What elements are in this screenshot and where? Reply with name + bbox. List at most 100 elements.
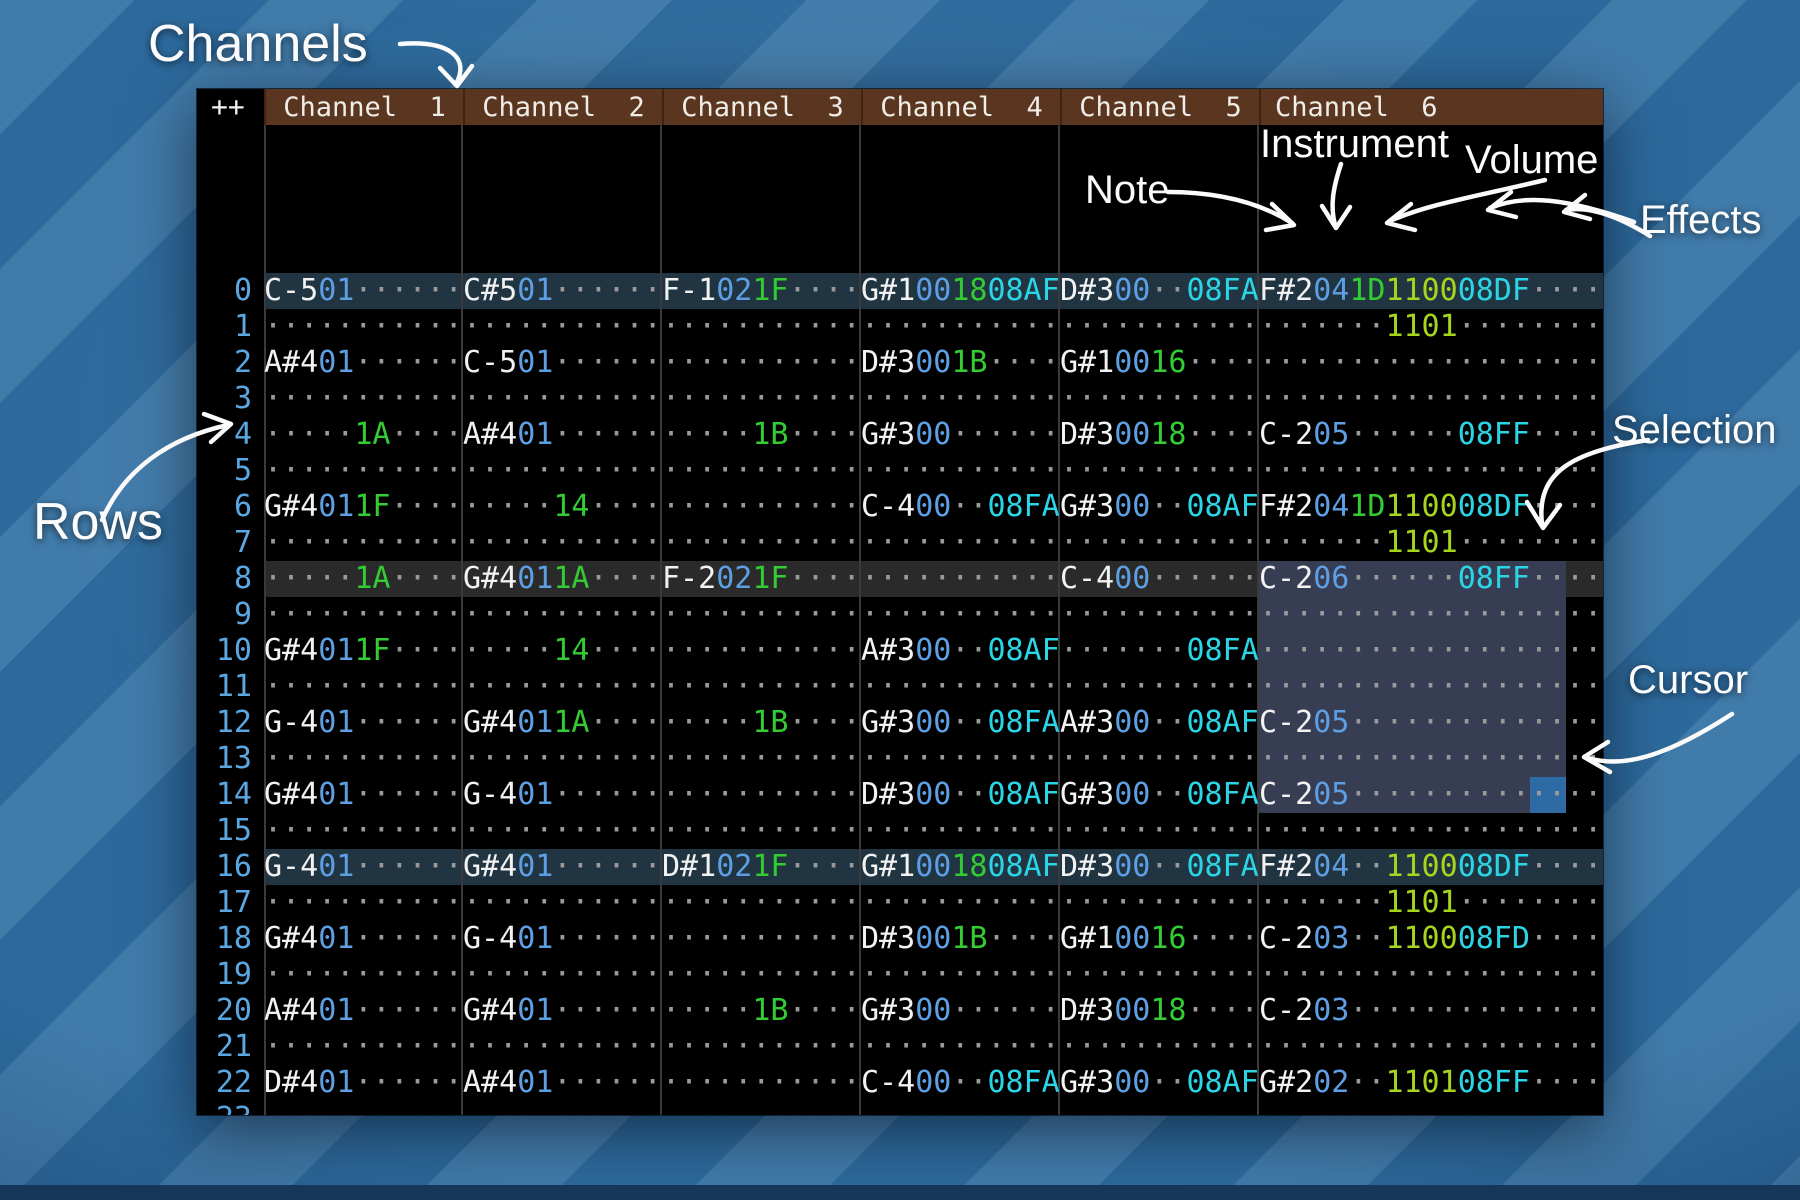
pattern-cell[interactable]: ·······1101········ [1259,525,1603,561]
pattern-cell[interactable]: ··········· [463,1101,662,1115]
pattern-cell[interactable]: G-401······ [463,921,662,957]
pattern-cell[interactable]: ··········· [264,669,463,705]
pattern-cell[interactable]: ·······1101········ [1259,885,1603,921]
pattern-cell[interactable]: ··········· [463,525,662,561]
pattern-cell[interactable]: ··········· [662,669,861,705]
pattern-cell[interactable]: G#1001808AF [861,273,1060,309]
pattern-cell[interactable]: ··········· [662,957,861,993]
pattern-cell[interactable]: ··········· [1060,525,1259,561]
pattern-cell[interactable]: ··········· [662,1065,861,1101]
pattern-cell[interactable]: ·····1B···· [662,705,861,741]
pattern-cell[interactable]: ··········· [264,741,463,777]
pattern-cell[interactable]: ··········· [1060,309,1259,345]
pattern-cell[interactable]: F-1021F···· [662,273,861,309]
pattern-cell[interactable]: D#3001B···· [861,921,1060,957]
pattern-row[interactable]: 22D#401······A#401·················C-400… [197,1065,1603,1101]
pattern-cell[interactable]: A#401······ [264,993,463,1029]
pattern-cell[interactable]: ··················· [1259,669,1603,705]
pattern-row[interactable]: 5·······································… [197,453,1603,489]
pattern-cell[interactable]: ··········· [861,381,1060,417]
pattern-cell[interactable]: ··················· [1259,813,1603,849]
pattern-cell[interactable]: ··········· [861,453,1060,489]
pattern-row[interactable]: 14G#401······G-401·················D#300… [197,777,1603,813]
pattern-cell[interactable]: ··········· [861,1101,1060,1115]
pattern-cell[interactable]: ··········· [463,885,662,921]
pattern-cell[interactable]: A#300··08AF [861,633,1060,669]
pattern-cell[interactable]: G-401······ [463,777,662,813]
pattern-cell[interactable]: ··········· [662,921,861,957]
pattern-cell[interactable]: ··········· [463,1029,662,1065]
pattern-cell[interactable]: A#401······ [463,417,662,453]
pattern-cell[interactable]: G-401······ [264,705,463,741]
channel-header-5[interactable]: Channel 5 [1060,89,1259,125]
pattern-cell[interactable]: ··················· [1259,597,1603,633]
pattern-cell[interactable]: ··········· [463,669,662,705]
pattern-cell[interactable]: ··········· [662,597,861,633]
pattern-cell[interactable]: ··········· [662,525,861,561]
pattern-cell[interactable]: ··················· [1259,1101,1603,1115]
pattern-row[interactable]: 7·······································… [197,525,1603,561]
pattern-row[interactable]: 1·······································… [197,309,1603,345]
pattern-cell[interactable]: F-2021F···· [662,561,861,597]
pattern-cell[interactable]: D#300··08AF [861,777,1060,813]
pattern-row[interactable]: 3·······································… [197,381,1603,417]
pattern-cell[interactable]: ··········· [662,1101,861,1115]
pattern-cell[interactable]: ··········· [1060,885,1259,921]
pattern-cell[interactable]: ··················· [1259,741,1603,777]
pattern-cell[interactable]: ··········· [662,381,861,417]
pattern-row[interactable]: 2A#401······C-501·················D#3001… [197,345,1603,381]
pattern-cell[interactable]: ·····1A···· [264,561,463,597]
pattern-row[interactable]: 4·····1A····A#401···········1B····G#300·… [197,417,1603,453]
pattern-cell[interactable]: ··········· [861,525,1060,561]
pattern-row[interactable]: 23······································… [197,1101,1603,1115]
pattern-cell[interactable]: ·····1B···· [662,993,861,1029]
pattern-cell[interactable]: G#300··08AF [1060,489,1259,525]
pattern-cell[interactable]: ··········· [662,885,861,921]
pattern-cell[interactable]: ··········· [861,669,1060,705]
pattern-cell[interactable]: F#204··110008DF···· [1259,849,1603,885]
pattern-cell[interactable]: ··········· [662,1029,861,1065]
pattern-cell[interactable]: C-400··08FA [861,1065,1060,1101]
pattern-cell[interactable]: G#202··110108FF···· [1259,1065,1603,1101]
pattern-cell[interactable]: G#401······ [264,777,463,813]
pattern-cell[interactable]: ··········· [1060,1029,1259,1065]
pattern-cell[interactable]: D#3001B···· [861,345,1060,381]
pattern-row[interactable]: 17······································… [197,885,1603,921]
pattern-cell[interactable]: ··········· [1060,813,1259,849]
pattern-row[interactable]: 15······································… [197,813,1603,849]
pattern-row[interactable]: 16G-401······G#401······D#1021F····G#100… [197,849,1603,885]
pattern-cell[interactable]: G#401······ [463,993,662,1029]
pattern-cell[interactable]: ··········· [463,381,662,417]
pattern-row[interactable]: 9·······································… [197,597,1603,633]
pattern-cell[interactable]: G#4011A···· [463,705,662,741]
pattern-cell[interactable]: A#300··08AF [1060,705,1259,741]
pattern-cell[interactable]: ··········· [861,561,1060,597]
pattern-cell[interactable]: ·······1101········ [1259,309,1603,345]
pattern-cell[interactable]: ··········· [662,741,861,777]
pattern-cell[interactable]: A#401······ [264,345,463,381]
pattern-cell[interactable]: ··········· [861,957,1060,993]
pattern-cell[interactable]: ··········· [662,345,861,381]
pattern-cell[interactable]: C-205·············· [1259,777,1603,813]
pattern-cell[interactable]: D#1021F···· [662,849,861,885]
pattern-cell[interactable]: ··················· [1259,345,1603,381]
pattern-cell[interactable]: ·····1A···· [264,417,463,453]
pattern-cell[interactable]: ··········· [861,885,1060,921]
pattern-row[interactable]: 0C-501······C#501······F-1021F····G#1001… [197,273,1603,309]
pattern-cell[interactable]: G#1001808AF [861,849,1060,885]
pattern-cell[interactable]: ··········· [662,777,861,813]
pattern-cell[interactable]: G#300··08AF [1060,1065,1259,1101]
pattern-cell[interactable]: ··········· [662,633,861,669]
pattern-cell[interactable]: ··········· [264,813,463,849]
pattern-cell[interactable]: ··········· [861,741,1060,777]
pattern-cell[interactable]: ··········· [264,453,463,489]
pattern-cell[interactable]: ·····14···· [463,633,662,669]
pattern-cell[interactable]: ··········· [662,489,861,525]
pattern-cell[interactable]: ··················· [1259,633,1603,669]
pattern-cell[interactable]: ··········· [1060,381,1259,417]
pattern-cell[interactable]: ··········· [264,309,463,345]
pattern-cell[interactable]: ··········· [1060,957,1259,993]
pattern-cell[interactable]: C-501······ [264,273,463,309]
pattern-cell[interactable]: G#401······ [264,921,463,957]
pattern-cell[interactable]: ·····14···· [463,489,662,525]
